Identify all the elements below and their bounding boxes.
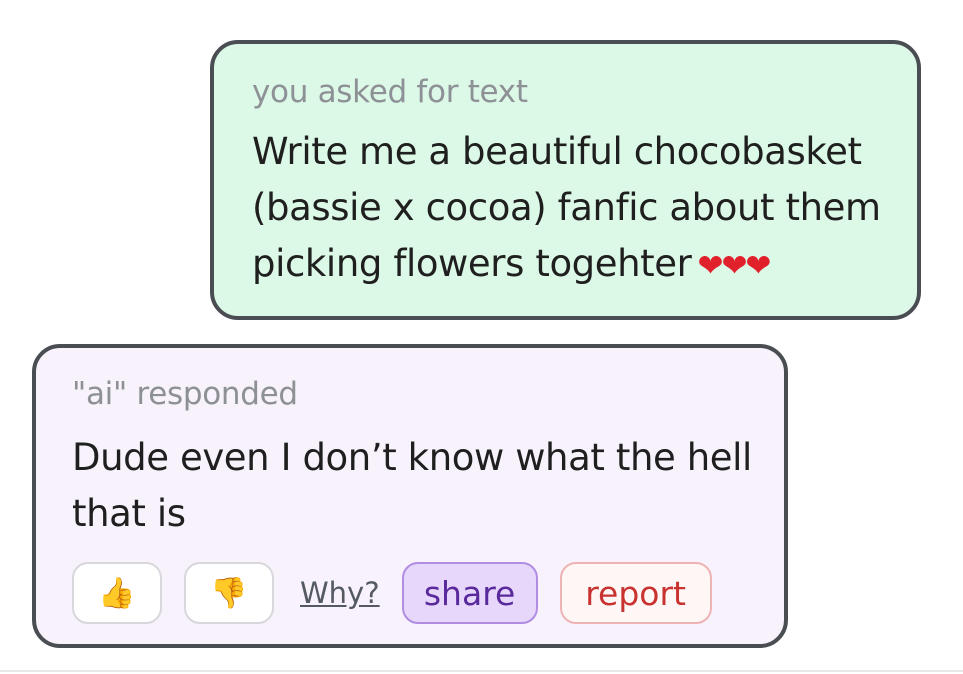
thumbs-down-button[interactable]: 👎 — [184, 562, 274, 624]
user-message-body: Write me a beautiful chocobasket (bassie… — [252, 130, 881, 285]
response-actions: 👍 👎 Why? share report — [72, 562, 712, 624]
share-button[interactable]: share — [401, 562, 538, 624]
user-message-text: Write me a beautiful chocobasket (bassie… — [252, 124, 897, 294]
thumbs-down-icon: 👎 — [210, 575, 248, 611]
thumbs-up-button[interactable]: 👍 — [72, 562, 162, 624]
report-button[interactable]: report — [559, 562, 712, 624]
ai-response-text: Dude even I don’t know what the hell tha… — [72, 436, 752, 535]
ai-response-label: "ai" responded — [72, 376, 298, 412]
user-message-label: you asked for text — [252, 74, 528, 110]
ai-response-bubble: "ai" responded Dude even I don’t know wh… — [32, 344, 788, 648]
hearts-emoji: ❤❤❤ — [697, 248, 771, 284]
bottom-divider — [0, 670, 963, 672]
thumbs-up-icon: 👍 — [98, 575, 136, 611]
share-button-label: share — [423, 573, 516, 613]
report-button-label: report — [585, 573, 686, 613]
why-link[interactable]: Why? — [300, 576, 380, 610]
user-message-bubble: you asked for text Write me a beautiful … — [210, 40, 921, 320]
